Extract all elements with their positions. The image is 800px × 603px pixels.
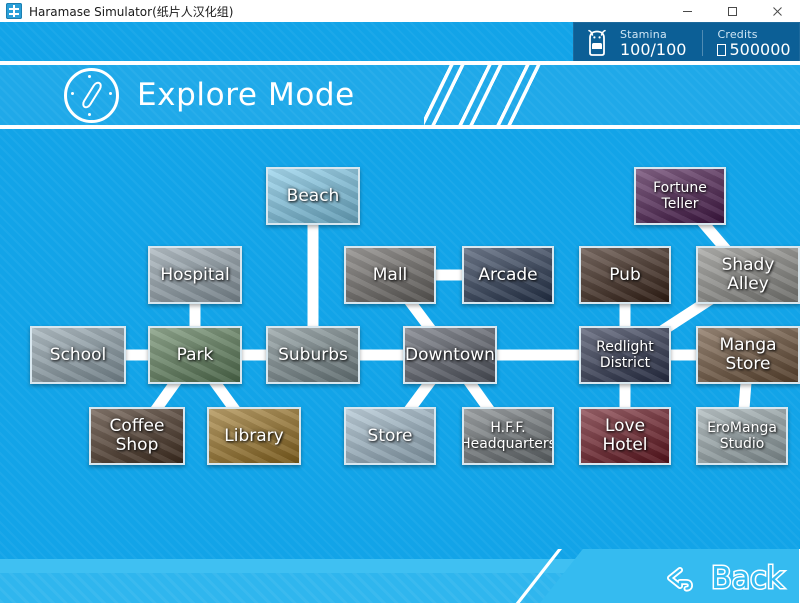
location-label: School <box>47 346 109 365</box>
location-label: Pub <box>606 266 644 285</box>
game-screen: Stamina 100/100 Credits 500000 <box>0 22 800 603</box>
location-label: Park <box>174 346 217 365</box>
location-label: Redlight District <box>581 339 669 371</box>
header-slash-decoration <box>424 65 624 125</box>
location-card-school[interactable]: School <box>30 326 126 384</box>
back-arrow-icon <box>667 566 701 592</box>
window-title: Haramase Simulator(纸片人汉化组) <box>29 3 233 20</box>
location-card-fortune_teller[interactable]: Fortune Teller <box>634 167 726 225</box>
back-button-label: Back <box>711 564 784 594</box>
location-label: Store <box>365 427 416 446</box>
maximize-button[interactable] <box>710 0 755 22</box>
location-label: Manga Store <box>698 336 798 374</box>
stamina-value: 100/100 <box>620 41 686 59</box>
location-card-store[interactable]: Store <box>344 407 436 465</box>
location-card-love_hotel[interactable]: Love Hotel <box>579 407 671 465</box>
location-card-hospital[interactable]: Hospital <box>148 246 242 304</box>
hud-divider <box>702 30 703 56</box>
location-label: Shady Alley <box>698 256 798 294</box>
location-label: Downtown <box>403 346 497 365</box>
close-icon <box>772 6 783 17</box>
compass-tick-w <box>71 92 74 95</box>
location-label: EroManga Studio <box>698 420 786 452</box>
backpack-icon <box>584 29 610 57</box>
compass-needle <box>80 80 104 110</box>
header-title-group: Explore Mode <box>64 65 355 125</box>
credits-value: 500000 <box>729 40 790 59</box>
footer-bar: Back <box>0 549 800 603</box>
stamina-label: Stamina <box>620 28 686 41</box>
game-window: Haramase Simulator(纸片人汉化组) <box>0 0 800 603</box>
minimize-icon <box>682 6 693 17</box>
credits-group: Credits 500000 <box>717 28 790 59</box>
location-label: Hospital <box>157 266 232 285</box>
window-controls <box>665 0 800 22</box>
location-label: H.F.F. Headquarters <box>462 420 554 452</box>
location-card-arcade[interactable]: Arcade <box>462 246 554 304</box>
credits-symbol-icon <box>717 44 726 56</box>
location-card-beach[interactable]: Beach <box>266 167 360 225</box>
location-label: Love Hotel <box>581 417 669 455</box>
app-icon <box>6 3 22 19</box>
mode-header: Explore Mode <box>0 61 800 129</box>
back-panel-edge <box>533 549 595 603</box>
location-card-mall[interactable]: Mall <box>344 246 436 304</box>
location-label: Fortune Teller <box>636 180 724 212</box>
location-label: Suburbs <box>275 346 351 365</box>
title-bar: Haramase Simulator(纸片人汉化组) <box>0 0 800 23</box>
close-button[interactable] <box>755 0 800 22</box>
location-label: Beach <box>284 187 343 206</box>
compass-tick-s <box>88 113 91 116</box>
credits-value-row: 500000 <box>717 41 790 59</box>
compass-tick-e <box>109 92 112 95</box>
location-card-manga_store[interactable]: Manga Store <box>696 326 800 384</box>
location-label: Mall <box>370 266 411 285</box>
page-title: Explore Mode <box>137 77 355 113</box>
location-card-park[interactable]: Park <box>148 326 242 384</box>
maximize-icon <box>727 6 738 17</box>
location-card-library[interactable]: Library <box>207 407 301 465</box>
location-card-redlight[interactable]: Redlight District <box>579 326 671 384</box>
stamina-group: Stamina 100/100 <box>620 28 686 59</box>
compass-icon <box>64 68 119 123</box>
location-label: Arcade <box>475 266 540 285</box>
location-card-eromanga[interactable]: EroManga Studio <box>696 407 788 465</box>
location-label: Coffee Shop <box>91 417 183 455</box>
compass-tick-n <box>88 75 91 78</box>
location-card-shady_alley[interactable]: Shady Alley <box>696 246 800 304</box>
location-card-hff_hq[interactable]: H.F.F. Headquarters <box>462 407 554 465</box>
location-label: Library <box>221 427 286 446</box>
location-card-pub[interactable]: Pub <box>579 246 671 304</box>
location-card-coffee_shop[interactable]: Coffee Shop <box>89 407 185 465</box>
status-hud: Stamina 100/100 Credits 500000 <box>573 22 800 64</box>
back-button[interactable]: Back <box>667 559 784 599</box>
location-map: Beach Fortune Teller Hospital Mall Arcade Pub… <box>0 129 800 549</box>
minimize-button[interactable] <box>665 0 710 22</box>
location-card-downtown[interactable]: Downtown <box>403 326 497 384</box>
location-card-suburbs[interactable]: Suburbs <box>266 326 360 384</box>
